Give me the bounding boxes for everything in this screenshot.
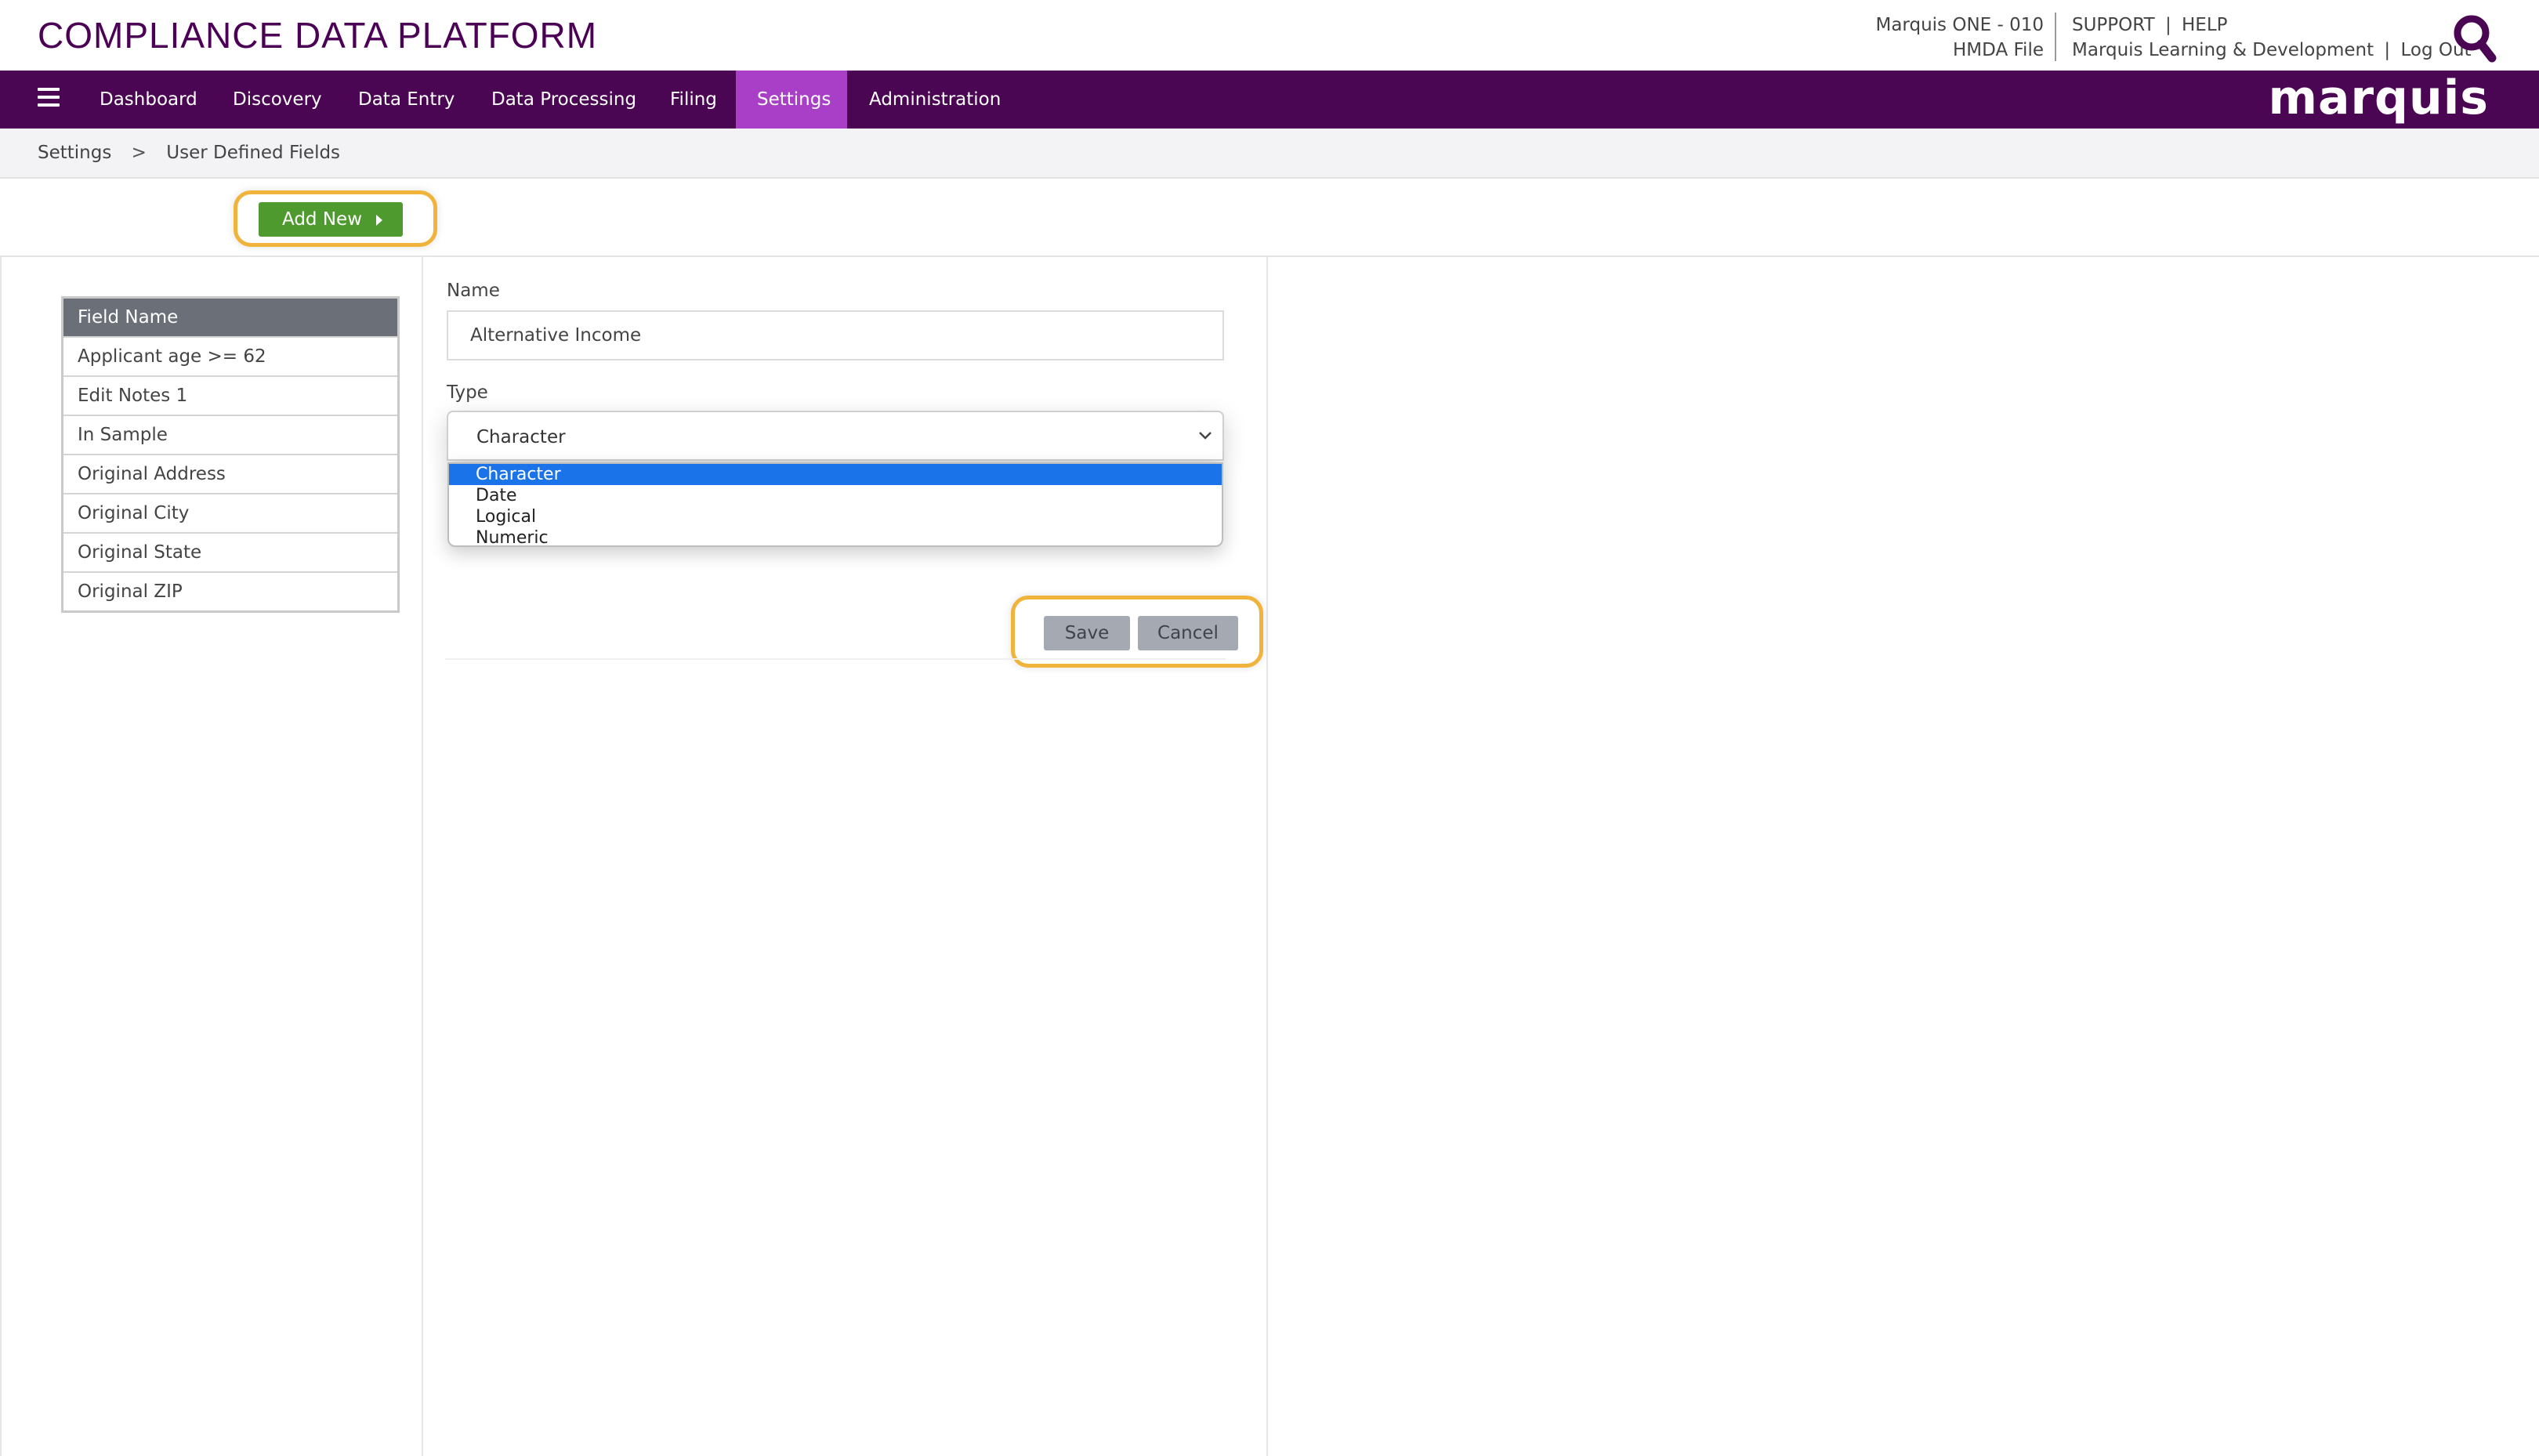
type-label: Type — [447, 382, 488, 403]
header-divider — [2055, 13, 2056, 61]
type-dropdown-list: Character Date Logical Numeric — [447, 462, 1223, 547]
caret-right-icon — [376, 214, 383, 226]
type-select[interactable]: Character — [447, 411, 1224, 461]
panel-divider — [1266, 257, 1268, 1456]
link-separator: | — [2384, 40, 2391, 60]
type-option-character[interactable]: Character — [449, 464, 1222, 485]
breadcrumb-settings[interactable]: Settings — [38, 143, 111, 163]
panel-border-left — [0, 257, 2, 1456]
help-link[interactable]: HELP — [2182, 15, 2228, 35]
breadcrumb-current: User Defined Fields — [166, 143, 341, 163]
user-name: Marquis Learning & Development — [2072, 40, 2374, 60]
nav-data-entry[interactable]: Data Entry — [337, 71, 476, 129]
app-title: COMPLIANCE DATA PLATFORM — [38, 15, 598, 56]
org-name: Marquis ONE - 010 — [1875, 15, 2044, 35]
nav-data-processing[interactable]: Data Processing — [470, 71, 657, 129]
link-separator: | — [2164, 15, 2171, 35]
main-navbar: Dashboard Discovery Data Entry Data Proc… — [0, 71, 2539, 129]
breadcrumb-separator: > — [131, 143, 147, 163]
marquis-logo: marquis — [2268, 71, 2489, 125]
file-name: HMDA File — [1953, 40, 2044, 60]
add-new-button[interactable]: Add New — [259, 202, 403, 237]
form-divider — [445, 658, 1226, 660]
top-header: COMPLIANCE DATA PLATFORM Marquis ONE - 0… — [0, 0, 2539, 71]
table-row[interactable]: In Sample — [63, 415, 397, 454]
toolbar: Add New — [0, 177, 2539, 257]
nav-administration[interactable]: Administration — [848, 71, 1022, 129]
type-select-value: Character — [476, 427, 566, 447]
type-option-logical[interactable]: Logical — [449, 506, 1222, 527]
panel-divider — [422, 257, 423, 1456]
name-label: Name — [447, 281, 500, 301]
name-input[interactable]: Alternative Income — [447, 310, 1224, 360]
hamburger-menu-icon[interactable] — [38, 88, 60, 111]
add-new-label: Add New — [282, 209, 363, 230]
table-row[interactable]: Original ZIP — [63, 571, 397, 610]
header-links: SUPPORT | HELP Marquis Learning & Develo… — [2072, 13, 2472, 63]
org-info: Marquis ONE - 010 HMDA File — [1875, 13, 2044, 63]
chevron-down-icon — [1199, 432, 1212, 440]
type-option-numeric[interactable]: Numeric — [449, 527, 1222, 545]
nav-dashboard[interactable]: Dashboard — [78, 71, 219, 129]
table-row[interactable]: Edit Notes 1 — [63, 375, 397, 415]
table-row[interactable]: Original State — [63, 532, 397, 571]
support-link[interactable]: SUPPORT — [2072, 15, 2155, 35]
table-row[interactable]: Original City — [63, 493, 397, 532]
table-row[interactable]: Original Address — [63, 454, 397, 493]
save-button[interactable]: Save — [1044, 616, 1130, 650]
table-row[interactable]: Applicant age >= 62 — [63, 336, 397, 375]
type-option-date[interactable]: Date — [449, 485, 1222, 506]
search-icon[interactable] — [2451, 13, 2497, 64]
nav-settings[interactable]: Settings — [736, 71, 847, 129]
field-name-table: Field Name Applicant age >= 62 Edit Note… — [61, 296, 400, 613]
nav-filing[interactable]: Filing — [649, 71, 738, 129]
field-name-header: Field Name — [63, 299, 397, 336]
cancel-button[interactable]: Cancel — [1138, 616, 1238, 650]
nav-discovery[interactable]: Discovery — [212, 71, 343, 129]
breadcrumb: Settings > User Defined Fields — [0, 129, 2539, 177]
